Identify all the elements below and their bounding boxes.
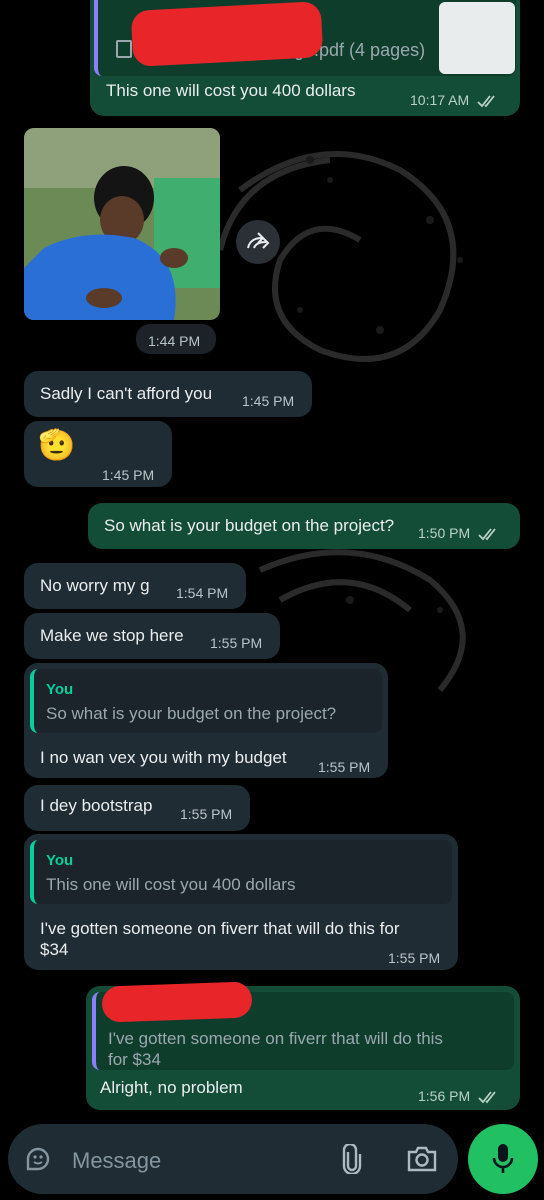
- message-outgoing[interactable]: So what is your budget on the project? 1…: [88, 503, 520, 549]
- message-time: 1:56 PM: [418, 1086, 500, 1107]
- forward-icon: [247, 232, 270, 249]
- message-input-bar[interactable]: Message: [8, 1124, 458, 1194]
- camera-icon[interactable]: [406, 1144, 438, 1174]
- message-outgoing-document[interactable]: ge.pdf (4 pages) This one will cost you …: [90, 0, 520, 116]
- message-text-line1: I've gotten someone on fiverr that will …: [40, 919, 400, 938]
- message-incoming[interactable]: No worry my g 1:54 PM: [24, 563, 246, 609]
- message-text: So what is your budget on the project?: [104, 516, 395, 535]
- message-input[interactable]: Message: [72, 1148, 161, 1174]
- message-incoming-reply[interactable]: You So what is your budget on the projec…: [24, 663, 388, 778]
- quote-text-line1: I've gotten someone on fiverr that will …: [108, 1029, 443, 1048]
- message-time: 1:54 PM: [176, 585, 229, 601]
- message-time: 1:55 PM: [180, 806, 233, 822]
- quote-text-line2: for $34: [108, 1050, 161, 1069]
- message-text: Sadly I can't afford you: [40, 384, 213, 403]
- quote-sender: You: [46, 681, 74, 698]
- quoted-message[interactable]: You So what is your budget on the projec…: [30, 669, 382, 733]
- message-incoming-emoji[interactable]: 🫡 1:45 PM: [24, 421, 172, 487]
- double-check-icon: [477, 95, 495, 108]
- mic-button[interactable]: [468, 1124, 538, 1194]
- message-time: 1:55 PM: [318, 759, 371, 775]
- time-label: 1:56 PM: [418, 1088, 471, 1104]
- message-incoming-image[interactable]: [24, 128, 220, 320]
- message-text-line2: $34: [40, 940, 69, 959]
- saluting-face-emoji: 🫡: [38, 429, 76, 462]
- message-text: No worry my g: [40, 576, 150, 595]
- image-photo: [24, 128, 220, 320]
- redacted-sender: [101, 981, 253, 1023]
- message-time: 1:45 PM: [102, 467, 155, 483]
- redacted-sender: [130, 1, 324, 67]
- quote-text: This one will cost you 400 dollars: [46, 875, 296, 894]
- message-time: 1:45 PM: [242, 393, 295, 409]
- quote-text: So what is your budget on the project?: [46, 704, 337, 723]
- document-icon: [116, 40, 132, 58]
- message-outgoing-reply[interactable]: I've gotten someone on fiverr that will …: [86, 981, 520, 1110]
- message-text: Make we stop here: [40, 626, 184, 645]
- document-thumbnail: [439, 2, 515, 74]
- time-label: 1:50 PM: [418, 525, 471, 541]
- time-label: 10:17 AM: [410, 92, 470, 108]
- quoted-message[interactable]: You This one will cost you 400 dollars: [30, 840, 452, 904]
- message-text: This one will cost you 400 dollars: [106, 81, 356, 100]
- message-incoming[interactable]: I dey bootstrap 1:55 PM: [24, 785, 250, 831]
- sticker-icon[interactable]: [24, 1145, 52, 1173]
- message-text: I no wan vex you with my budget: [40, 748, 287, 767]
- message-incoming[interactable]: Make we stop here 1:55 PM: [24, 613, 280, 659]
- message-time: 1:50 PM: [418, 523, 500, 544]
- message-incoming-reply[interactable]: You This one will cost you 400 dollars I…: [24, 834, 458, 970]
- message-text: Alright, no problem: [100, 1078, 243, 1097]
- mic-icon: [492, 1144, 514, 1173]
- message-time: 1:55 PM: [210, 635, 263, 651]
- image-time-pill: 1:44 PM: [136, 324, 216, 354]
- message-time: 10:17 AM: [410, 90, 499, 111]
- time-label: 1:44 PM: [148, 333, 201, 349]
- message-incoming[interactable]: Sadly I can't afford you 1:45 PM: [24, 371, 312, 417]
- double-check-icon: [478, 528, 496, 541]
- quote-sender: You: [46, 852, 74, 869]
- message-time: 1:55 PM: [388, 950, 441, 966]
- message-text: I dey bootstrap: [40, 796, 153, 815]
- double-check-icon: [478, 1091, 496, 1104]
- attach-icon[interactable]: [340, 1144, 364, 1174]
- forward-button[interactable]: [236, 220, 280, 264]
